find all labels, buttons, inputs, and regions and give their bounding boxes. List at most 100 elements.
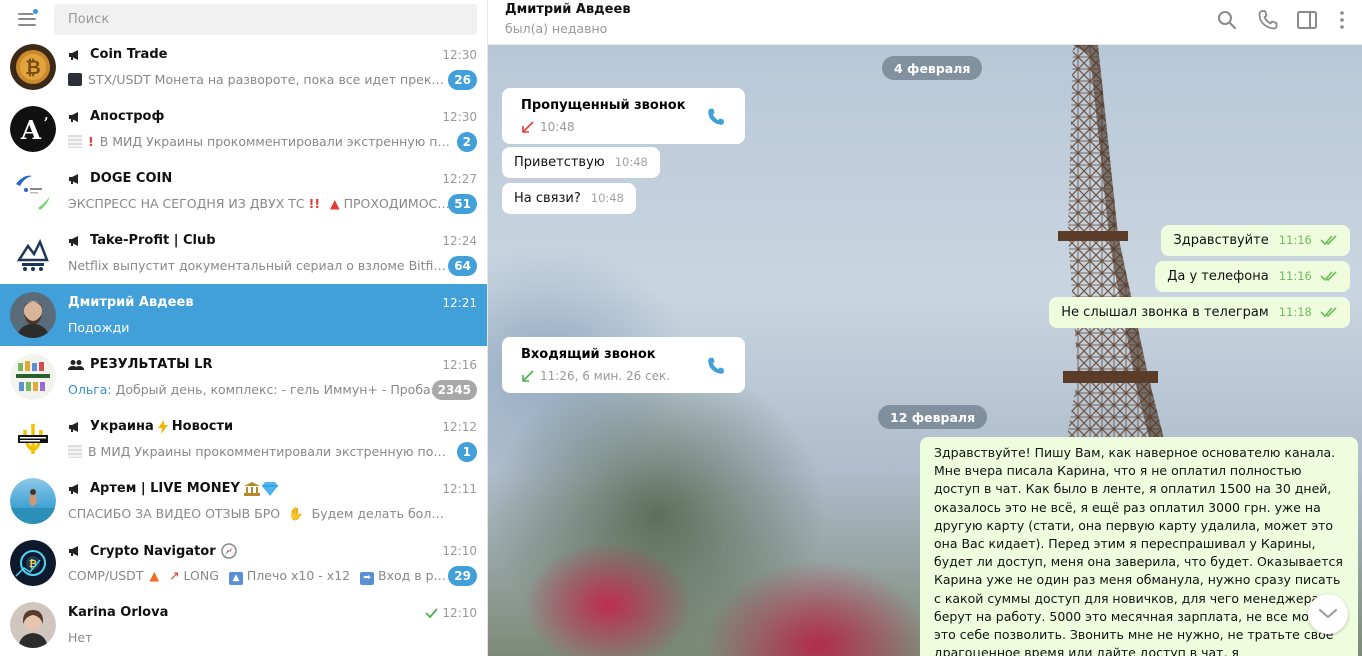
chat-title: Coin Trade xyxy=(68,47,167,62)
megaphone-icon xyxy=(69,173,78,184)
chat-item-dmitry-avdeev[interactable]: Дмитрий Авдеев 12:21 Подожди xyxy=(0,284,487,346)
chat-preview: Netflix выпустит документальный сериал о… xyxy=(68,258,450,273)
chat-time: 12:10 xyxy=(442,544,477,558)
sidebar-header xyxy=(0,0,487,38)
incoming-call-message: Входящий звонок 11:26, 6 мин. 26 сек. xyxy=(502,337,745,393)
chat-preview: ! В МИД Украины прокомментировали экстрен… xyxy=(68,134,450,149)
chat-preview: STX/USDT Монета на развороте, пока все и… xyxy=(68,72,450,87)
incoming-message: Приветствую 10:48 xyxy=(502,147,660,178)
search-input[interactable] xyxy=(54,3,477,35)
chat-item-apostrof[interactable]: A’ Апостроф 12:30 ! В МИД Украины прокомм… xyxy=(0,98,487,160)
svg-text:₿: ₿ xyxy=(25,57,40,79)
chevron-down-icon xyxy=(1319,609,1337,619)
call-title: Пропущенный звонок xyxy=(521,98,686,113)
svg-text:’: ’ xyxy=(43,114,49,135)
chat-preview: Нет xyxy=(68,630,93,645)
chat-preview: COMP/USDT ▲ ↗ LONG ▲ Плечо x10 - x12 ➡ В… xyxy=(68,568,450,585)
double-check-icon xyxy=(1320,235,1337,245)
date-separator: 4 февраля xyxy=(882,56,983,80)
chat-title: Crypto Navigator xyxy=(68,543,237,559)
avatar xyxy=(10,478,56,524)
megaphone-icon xyxy=(69,111,78,122)
call-title: Входящий звонок xyxy=(521,347,656,362)
unread-badge: 1 xyxy=(456,442,477,462)
avatar xyxy=(10,230,56,276)
unread-badge: 2345 xyxy=(431,380,477,400)
chat-preview: Подожди xyxy=(68,320,130,335)
gem-icon xyxy=(261,481,278,496)
avatar xyxy=(10,416,56,462)
double-check-icon xyxy=(1320,271,1337,281)
chat-item-artem-live-money[interactable]: Артем | LIVE MONEY 12:11 СПАСИБО ЗА ВИДЕ… xyxy=(0,470,487,532)
group-icon xyxy=(68,359,84,370)
more-vertical-icon[interactable] xyxy=(1330,8,1354,32)
chat-item-crypto-navigator[interactable]: ₿ Crypto Navigator 12:10 COMP/USDT ▲ ↗ L… xyxy=(0,532,487,594)
incoming-message: На связи? 10:48 xyxy=(502,183,636,214)
call-meta: 10:48 xyxy=(521,120,575,134)
lightning-icon xyxy=(157,419,168,434)
avatar xyxy=(10,292,56,338)
chat-item-coin-trade[interactable]: ₿ Coin Trade 12:30 STX/USDT Монета на ра… xyxy=(0,36,487,98)
chat-title: DOGE COIN xyxy=(68,171,172,186)
unread-badge: 51 xyxy=(448,194,477,214)
chat-title: Take-Profit | Club xyxy=(68,233,216,248)
chat-time: 12:11 xyxy=(442,482,477,496)
double-check-icon xyxy=(1320,307,1337,317)
chat-title: РЕЗУЛЬТАТЫ LR xyxy=(68,357,212,372)
unread-badge: 64 xyxy=(448,256,477,276)
megaphone-icon xyxy=(69,49,78,60)
chat-title: Украина Новости xyxy=(68,419,233,434)
chart-thumbnail-icon xyxy=(68,73,82,86)
fire-icon: ▲ xyxy=(149,568,160,583)
handshake-icon: ✋ xyxy=(288,506,304,521)
compass-icon xyxy=(220,543,237,559)
search-icon[interactable] xyxy=(1215,8,1239,32)
chat-item-karina-orlova[interactable]: Karina Orlova 12:10 Нет xyxy=(0,594,487,656)
missed-call-message: Пропущенный звонок 10:48 xyxy=(502,88,745,144)
chat-title: Апостроф xyxy=(68,109,164,124)
outgoing-message: Не слышал звонка в телеграм 11:18 xyxy=(1049,297,1350,328)
missed-call-arrow-icon xyxy=(522,120,534,133)
chat-preview: СПАСИБО ЗА ВИДЕО ОТЗЫВ БРО ✋ Будем делат… xyxy=(68,506,450,521)
call-back-phone-icon[interactable] xyxy=(705,106,727,128)
svg-text:A: A xyxy=(20,116,42,146)
unread-badge: 2 xyxy=(456,132,477,152)
chat-item-doge-coin[interactable]: DOGE COIN 12:27 ЭКСПРЕСС НА СЕГОДНЯ ИЗ Д… xyxy=(0,160,487,222)
read-check-icon xyxy=(425,608,439,618)
call-back-phone-icon[interactable] xyxy=(705,355,727,377)
unread-badge: 26 xyxy=(448,70,477,90)
chat-time: 12:16 xyxy=(442,358,477,372)
phone-icon[interactable] xyxy=(1256,8,1280,32)
outgoing-long-message: Здравствуйте! Пишу Вам, как наверное осн… xyxy=(920,437,1358,656)
chat-title: Артем | LIVE MONEY xyxy=(68,481,278,496)
chat-item-rezultaty-lr[interactable]: РЕЗУЛЬТАТЫ LR 12:16 Ольга: Добрый день, … xyxy=(0,346,487,408)
megaphone-icon xyxy=(69,421,78,432)
sidebar-toggle-icon[interactable] xyxy=(1295,8,1319,32)
chat-time: 12:12 xyxy=(442,420,477,434)
avatar xyxy=(10,168,56,214)
chat-item-take-profit-club[interactable]: Take-Profit | Club 12:24 Netflix выпусти… xyxy=(0,222,487,284)
incoming-call-arrow-icon xyxy=(522,369,534,382)
scroll-to-bottom-button[interactable] xyxy=(1308,594,1348,634)
chat-list: ₿ Coin Trade 12:30 STX/USDT Монета на ра… xyxy=(0,36,487,656)
chat-item-ukraina-novosti[interactable]: Украина Новости 12:12 В МИД Украины прок… xyxy=(0,408,487,470)
peer-status: был(а) недавно xyxy=(505,21,608,36)
call-meta: 11:26, 6 мин. 26 сек. xyxy=(521,369,670,383)
date-separator: 12 февраля xyxy=(878,405,988,429)
notification-dot xyxy=(32,8,39,15)
menu-button[interactable] xyxy=(0,0,54,38)
chat-sidebar: ₿ Coin Trade 12:30 STX/USDT Монета на ра… xyxy=(0,0,488,656)
image-thumbnail-icon xyxy=(68,445,82,458)
chat-time: 12:27 xyxy=(442,172,477,186)
exclamation-icon: ! xyxy=(88,134,94,149)
avatar: ₿ xyxy=(10,44,56,90)
chat-time: 12:10 xyxy=(425,606,477,620)
image-thumbnail-icon xyxy=(68,135,82,148)
chat-title: Дмитрий Авдеев xyxy=(68,295,194,310)
megaphone-icon xyxy=(69,235,78,246)
bank-icon xyxy=(243,481,260,496)
avatar xyxy=(10,354,56,400)
chat-preview: ЭКСПРЕСС НА СЕГОДНЯ ИЗ ДВУХ ТС !! ▲ ПРОХ… xyxy=(68,196,450,211)
peer-name[interactable]: Дмитрий Авдеев xyxy=(505,2,631,17)
red-triangle-icon: ▲ xyxy=(330,196,340,211)
